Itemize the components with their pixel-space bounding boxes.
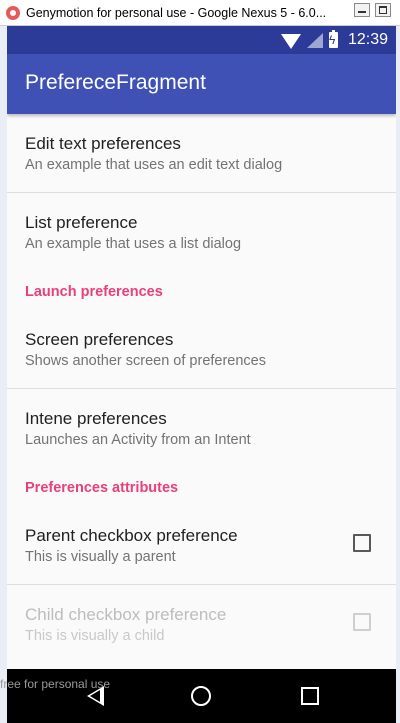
recents-icon[interactable] — [301, 687, 319, 705]
parent-checkbox[interactable] — [353, 534, 371, 552]
pref-edit-text[interactable]: Edit text preferences An example that us… — [7, 114, 396, 193]
emulator-window: Genymotion for personal use - Google Nex… — [0, 0, 400, 723]
status-time: 12:39 — [347, 31, 388, 48]
pref-summary: An example that uses an edit text dialog — [25, 157, 283, 173]
category-launch-preferences: Launch preferences — [7, 272, 396, 310]
pref-summary: This is visually a parent — [25, 549, 176, 565]
pref-title: Edit text preferences — [25, 134, 181, 153]
window-title: Genymotion for personal use - Google Nex… — [26, 5, 327, 20]
pref-summary: Launches an Activity from an Intent — [25, 432, 251, 448]
preference-list: Edit text preferences An example that us… — [7, 114, 396, 664]
maximize-button[interactable] — [375, 3, 391, 17]
pref-title: Intene preferences — [25, 409, 167, 428]
status-bar: 12:39 — [7, 26, 396, 54]
app-bar: PrefereceFragment — [7, 54, 396, 114]
pref-summary: An example that uses a list dialog — [25, 236, 242, 252]
watermark: free for personal use — [0, 677, 111, 691]
pref-child-checkbox: Child checkbox preference This is visual… — [7, 585, 396, 664]
pref-title: Parent checkbox preference — [25, 526, 238, 545]
genymotion-icon — [6, 5, 20, 20]
device-screen: 12:39 PrefereceFragment Edit text prefer… — [7, 26, 396, 723]
pref-list-preference[interactable]: List preference An example that uses a l… — [7, 193, 396, 272]
category-label: Launch preferences — [25, 284, 163, 300]
pref-summary: This is visually a child — [25, 628, 165, 644]
home-icon[interactable] — [191, 686, 211, 706]
pref-intent[interactable]: Intene preferences Launches an Activity … — [7, 389, 396, 468]
pref-screen[interactable]: Screen preferences Shows another screen … — [7, 310, 396, 389]
pref-parent-checkbox[interactable]: Parent checkbox preference This is visua… — [7, 506, 396, 585]
status-icons: 12:39 — [280, 26, 388, 54]
category-preferences-attributes: Preferences attributes — [7, 468, 396, 506]
child-checkbox — [353, 613, 371, 631]
pref-title: Screen preferences — [25, 330, 174, 349]
wifi-icon — [280, 33, 301, 49]
battery-charging-icon — [328, 30, 338, 48]
category-label: Preferences attributes — [25, 480, 179, 496]
signal-icon — [306, 32, 323, 48]
window-titlebar: Genymotion for personal use - Google Nex… — [0, 0, 400, 26]
pref-title: Child checkbox preference — [25, 605, 227, 624]
pref-summary: Shows another screen of preferences — [25, 353, 266, 369]
pref-title: List preference — [25, 213, 138, 232]
page-title: PrefereceFragment — [25, 71, 206, 94]
minimize-button[interactable] — [354, 3, 370, 17]
